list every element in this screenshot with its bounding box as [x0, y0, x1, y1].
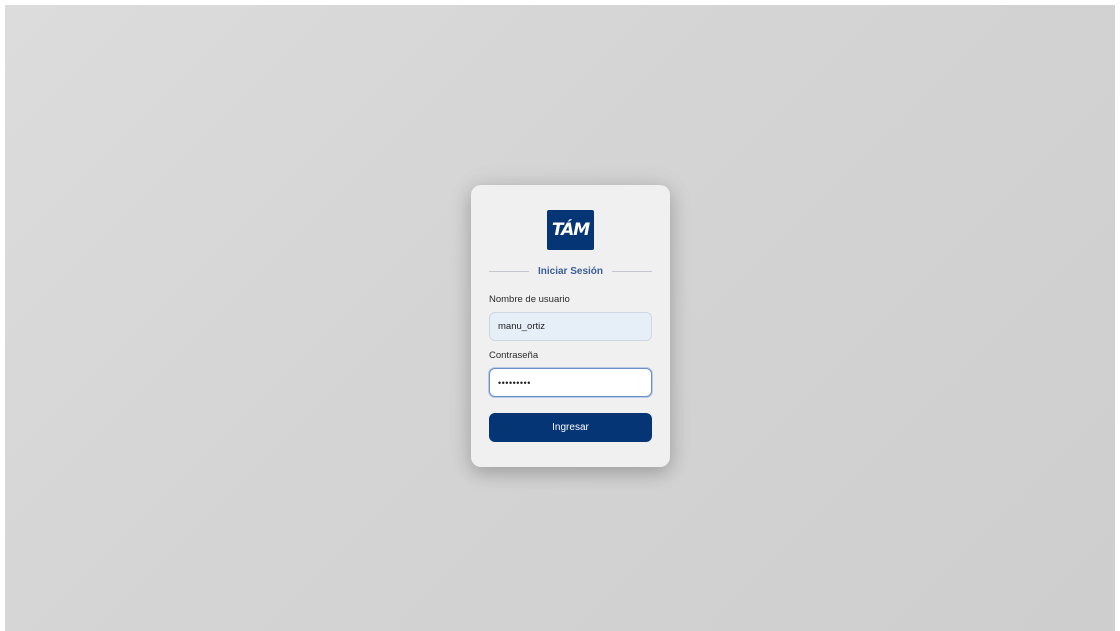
password-label: Contraseña	[489, 350, 539, 361]
login-heading: Iniciar Sesión	[489, 263, 652, 279]
login-button[interactable]: Ingresar	[489, 413, 652, 442]
password-input[interactable]: •••••••••	[489, 368, 652, 397]
divider-left	[489, 270, 529, 272]
login-card: TÁM Iniciar Sesión Nombre de usuario man…	[471, 185, 670, 467]
username-input[interactable]: manu_ortiz	[489, 312, 652, 341]
company-logo: TÁM	[547, 210, 594, 250]
page-background: TÁM Iniciar Sesión Nombre de usuario man…	[5, 5, 1115, 631]
username-label: Nombre de usuario	[489, 294, 570, 305]
login-title: Iniciar Sesión	[537, 265, 604, 277]
divider-right	[612, 270, 652, 272]
